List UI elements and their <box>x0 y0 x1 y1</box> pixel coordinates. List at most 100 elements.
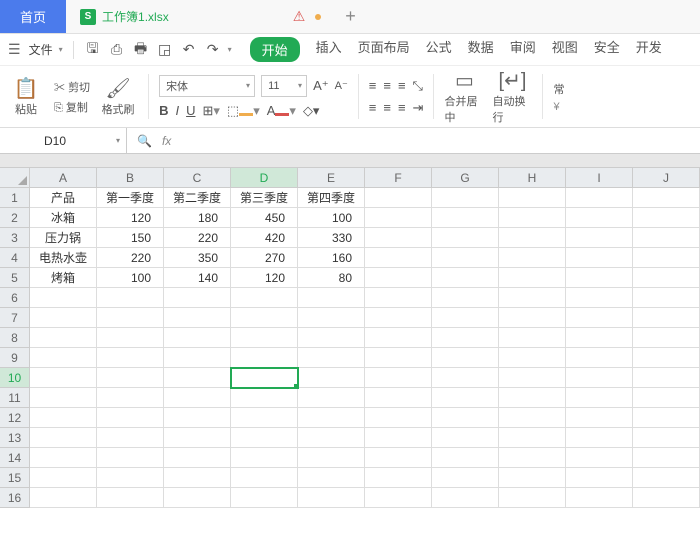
cell-I8[interactable] <box>566 328 633 348</box>
spreadsheet-grid[interactable]: ABCDEFGHIJ1产品第一季度第二季度第三季度第四季度2冰箱12018045… <box>0 168 700 508</box>
tab-developer[interactable]: 开发 <box>636 37 662 62</box>
cell-B7[interactable] <box>97 308 164 328</box>
cell-B10[interactable] <box>97 368 164 388</box>
row-header-16[interactable]: 16 <box>0 488 30 508</box>
save-icon[interactable]: 🖫 <box>84 38 102 62</box>
cell-B15[interactable] <box>97 468 164 488</box>
row-header-10[interactable]: 10 <box>0 368 30 388</box>
tab-formula[interactable]: 公式 <box>426 37 452 62</box>
new-tab-button[interactable]: + <box>345 6 356 27</box>
cell-F2[interactable] <box>365 208 432 228</box>
cell-B16[interactable] <box>97 488 164 508</box>
cell-H16[interactable] <box>499 488 566 508</box>
cell-H3[interactable] <box>499 228 566 248</box>
home-tab[interactable]: 首页 <box>0 0 66 33</box>
cell-C4[interactable]: 350 <box>164 248 231 268</box>
cell-C9[interactable] <box>164 348 231 368</box>
cell-F7[interactable] <box>365 308 432 328</box>
cell-J13[interactable] <box>633 428 700 448</box>
row-header-15[interactable]: 15 <box>0 468 30 488</box>
cell-A9[interactable] <box>30 348 97 368</box>
cell-F1[interactable] <box>365 188 432 208</box>
cell-I9[interactable] <box>566 348 633 368</box>
tab-review[interactable]: 审阅 <box>510 37 536 62</box>
cell-D9[interactable] <box>231 348 298 368</box>
cell-D16[interactable] <box>231 488 298 508</box>
cell-C16[interactable] <box>164 488 231 508</box>
row-header-6[interactable]: 6 <box>0 288 30 308</box>
col-header-C[interactable]: C <box>164 168 231 188</box>
cell-E1[interactable]: 第四季度 <box>298 188 365 208</box>
col-header-D[interactable]: D <box>231 168 298 188</box>
cell-D13[interactable] <box>231 428 298 448</box>
cell-A1[interactable]: 产品 <box>30 188 97 208</box>
cell-B2[interactable]: 120 <box>97 208 164 228</box>
align-center-icon[interactable]: ≡ <box>383 100 391 115</box>
cell-F6[interactable] <box>365 288 432 308</box>
cell-A10[interactable] <box>30 368 97 388</box>
col-header-H[interactable]: H <box>499 168 566 188</box>
merge-cells-button[interactable]: ▭ 合并居中 <box>444 70 484 123</box>
font-color-button[interactable]: A▾ <box>267 103 296 119</box>
col-header-I[interactable]: I <box>566 168 633 188</box>
cell-E10[interactable] <box>298 368 365 388</box>
cell-C11[interactable] <box>164 388 231 408</box>
chevron-down-icon[interactable]: ▾ <box>59 45 63 54</box>
col-header-G[interactable]: G <box>432 168 499 188</box>
cell-J6[interactable] <box>633 288 700 308</box>
file-menu[interactable]: 文件 <box>29 41 53 58</box>
tab-start[interactable]: 开始 <box>250 37 300 62</box>
row-header-3[interactable]: 3 <box>0 228 30 248</box>
wrap-text-button[interactable]: [↵] 自动换行 <box>492 70 532 123</box>
cell-J11[interactable] <box>633 388 700 408</box>
cell-G6[interactable] <box>432 288 499 308</box>
cell-F5[interactable] <box>365 268 432 288</box>
cell-A15[interactable] <box>30 468 97 488</box>
cell-D10[interactable] <box>231 368 298 388</box>
cell-A14[interactable] <box>30 448 97 468</box>
cell-J3[interactable] <box>633 228 700 248</box>
cell-E16[interactable] <box>298 488 365 508</box>
hamburger-icon[interactable]: ☰ <box>8 41 21 58</box>
row-header-7[interactable]: 7 <box>0 308 30 328</box>
tab-layout[interactable]: 页面布局 <box>358 37 410 62</box>
cell-J16[interactable] <box>633 488 700 508</box>
col-header-A[interactable]: A <box>30 168 97 188</box>
cell-B8[interactable] <box>97 328 164 348</box>
select-all-corner[interactable] <box>0 168 30 188</box>
cell-G2[interactable] <box>432 208 499 228</box>
cell-B12[interactable] <box>97 408 164 428</box>
cell-H12[interactable] <box>499 408 566 428</box>
cell-B4[interactable]: 220 <box>97 248 164 268</box>
cell-H13[interactable] <box>499 428 566 448</box>
tab-insert[interactable]: 插入 <box>316 37 342 62</box>
cell-E7[interactable] <box>298 308 365 328</box>
font-select[interactable]: 宋体 ▾ <box>159 75 255 97</box>
font-size-select[interactable]: 11 ▾ <box>261 75 307 97</box>
cell-D12[interactable] <box>231 408 298 428</box>
cell-C10[interactable] <box>164 368 231 388</box>
cell-C1[interactable]: 第二季度 <box>164 188 231 208</box>
cell-J1[interactable] <box>633 188 700 208</box>
row-header-11[interactable]: 11 <box>0 388 30 408</box>
cell-A11[interactable] <box>30 388 97 408</box>
cell-I3[interactable] <box>566 228 633 248</box>
cell-J8[interactable] <box>633 328 700 348</box>
cell-F16[interactable] <box>365 488 432 508</box>
increase-font-icon[interactable]: A⁺ <box>313 78 329 94</box>
cell-A13[interactable] <box>30 428 97 448</box>
cell-B9[interactable] <box>97 348 164 368</box>
cell-F8[interactable] <box>365 328 432 348</box>
cell-I16[interactable] <box>566 488 633 508</box>
orientation-icon[interactable]: ⤡ <box>413 78 423 94</box>
cell-B3[interactable]: 150 <box>97 228 164 248</box>
underline-button[interactable]: U <box>186 103 195 118</box>
cell-I7[interactable] <box>566 308 633 328</box>
cell-E6[interactable] <box>298 288 365 308</box>
cell-A5[interactable]: 烤箱 <box>30 268 97 288</box>
fx-icon[interactable]: fx <box>162 134 171 148</box>
cell-J2[interactable] <box>633 208 700 228</box>
row-header-1[interactable]: 1 <box>0 188 30 208</box>
cell-G4[interactable] <box>432 248 499 268</box>
cell-F14[interactable] <box>365 448 432 468</box>
